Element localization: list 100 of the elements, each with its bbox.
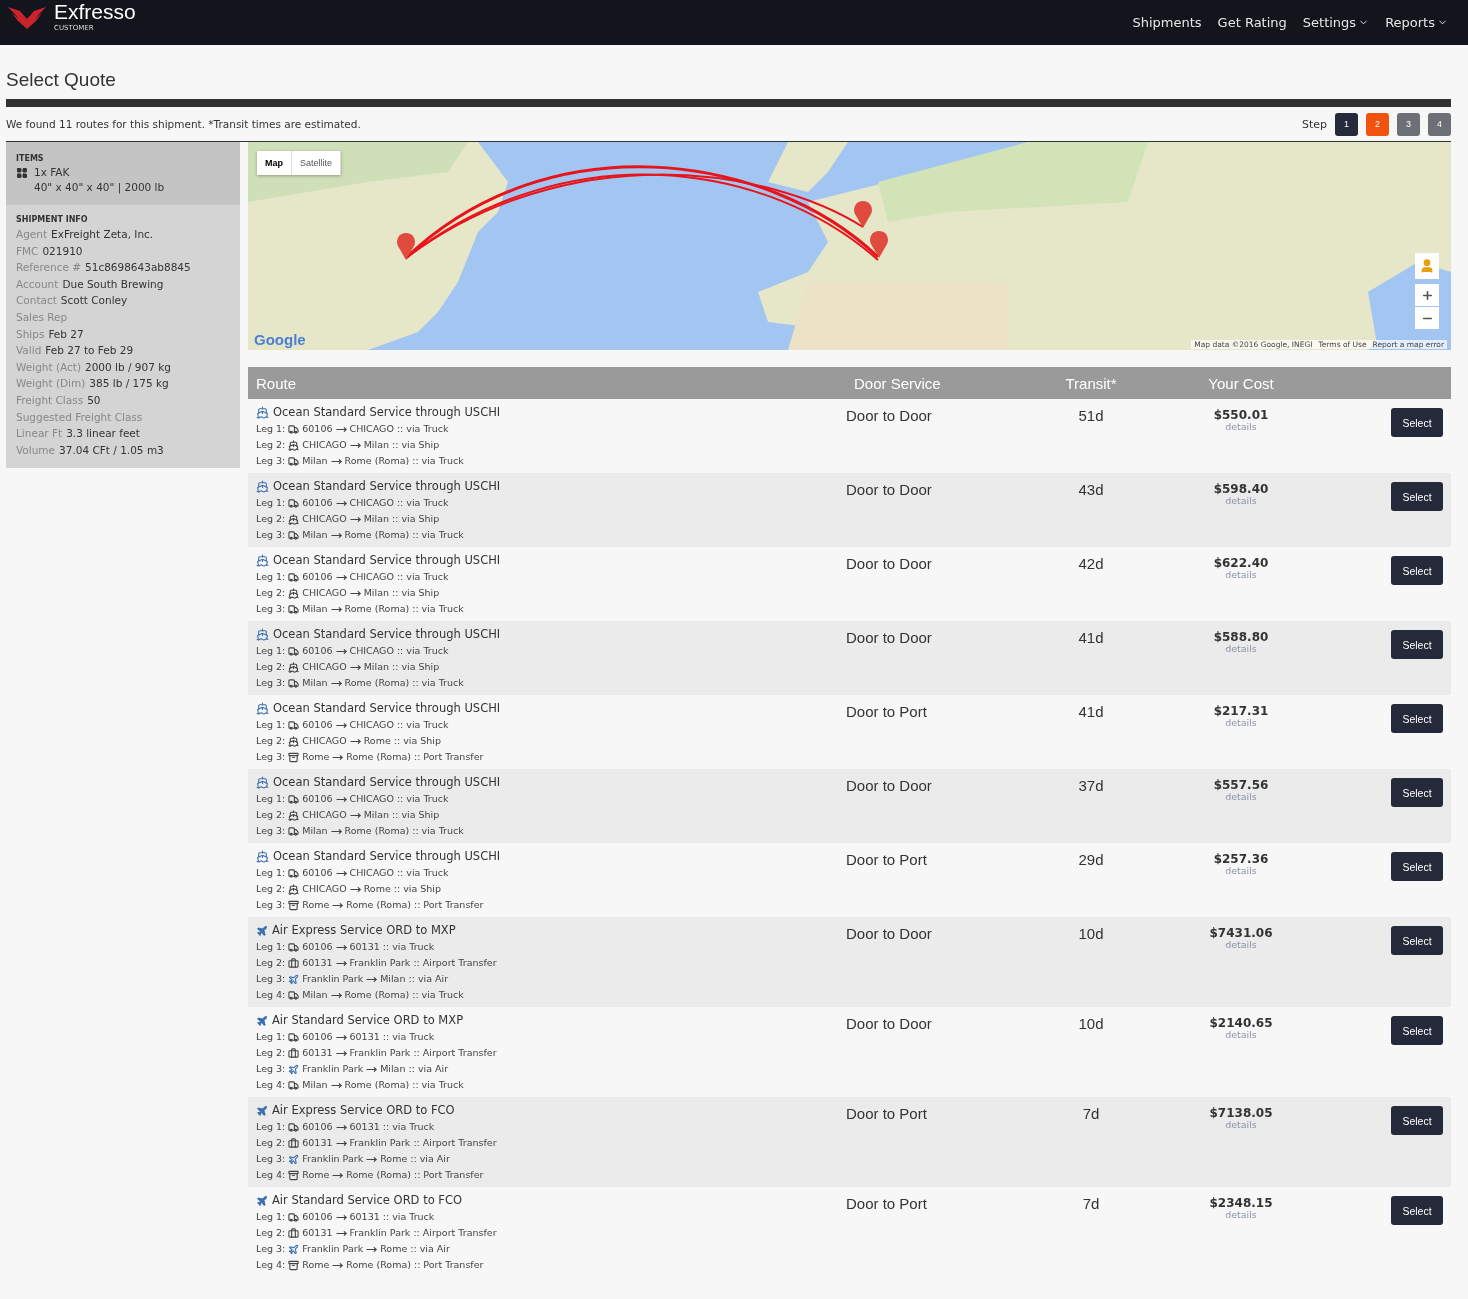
step-button[interactable]: 1 (1335, 112, 1358, 136)
leg-label: Leg 1: (256, 496, 286, 510)
select-button[interactable]: Select (1391, 482, 1443, 511)
ship-icon (256, 776, 269, 789)
select-button[interactable]: Select (1391, 630, 1443, 659)
leg-mode-text: :: via Truck (412, 454, 464, 468)
leg-destination: CHICAGO (349, 866, 394, 880)
map-type-tab[interactable]: Map (257, 151, 292, 175)
transit-cell-text: 7d (1081, 1104, 1101, 1124)
select-button[interactable]: Select (1391, 408, 1443, 437)
leg-destination: Rome (Roma) (346, 1168, 411, 1182)
leg-mode-text: :: via Air (408, 972, 449, 986)
nav-link[interactable]: Settings (1302, 15, 1370, 30)
nav-link[interactable]: Shipments (1132, 15, 1202, 30)
step-button[interactable]: 4 (1428, 112, 1451, 136)
transit-cell-text: 29d (1077, 850, 1105, 870)
leg-destination: Rome (380, 1152, 408, 1166)
leg-destination: Milan (363, 438, 389, 452)
truck-icon (288, 455, 300, 467)
leg-destination: Rome (Roma) (344, 824, 410, 838)
service-name: Ocean Standard Service through USCHI (273, 848, 501, 865)
box-icon (288, 899, 300, 911)
map-type-tab[interactable]: Satellite (292, 151, 342, 175)
cost-value: $557.56 (1213, 778, 1269, 792)
step-button[interactable]: 2 (1366, 112, 1389, 136)
leg-label: Leg 4: (256, 988, 286, 1002)
leg-label: Leg 3: (256, 1152, 286, 1166)
leg-origin: Milan (302, 824, 328, 838)
door-service-cell-text: Door to Port (846, 850, 928, 870)
info-label: Ships (16, 326, 45, 342)
leg-origin: CHICAGO (302, 438, 347, 452)
leg-origin: CHICAGO (302, 512, 347, 526)
ship-icon (288, 809, 300, 821)
leg-origin: Milan (302, 602, 328, 616)
leg-origin: Franklin Park (302, 972, 364, 986)
step-label: Step (1301, 117, 1327, 131)
service-name: Ocean Standard Service through USCHI (273, 774, 501, 791)
leg-mode-text: :: via Ship (392, 512, 440, 526)
leg-origin: Milan (302, 454, 328, 468)
pegman-button[interactable] (1415, 253, 1439, 279)
box-icon (288, 751, 300, 763)
service-name: Ocean Standard Service through USCHI (273, 404, 501, 421)
leg-mode-text: :: via Truck (412, 824, 464, 838)
transit-cell-text: 43d (1077, 480, 1105, 500)
cost-value: $7138.05 (1209, 1106, 1273, 1120)
service-name: Air Express Service ORD to FCO (272, 1102, 455, 1119)
plane-icon (288, 1063, 300, 1075)
leg-label: Leg 1: (256, 644, 286, 658)
leg-origin: 60106 (302, 792, 333, 806)
leg-label: Leg 1: (256, 866, 286, 880)
truck-icon (288, 1079, 300, 1091)
leg-mode-text: :: via Truck (412, 988, 464, 1002)
cost-value: $550.01 (1213, 408, 1269, 422)
leg-label: Leg 3: (256, 528, 286, 542)
select-button[interactable]: Select (1391, 556, 1443, 585)
info-label: Account (16, 276, 59, 292)
door-service-cell-text: Door to Door (846, 406, 933, 426)
info-label: Reference # (16, 260, 81, 276)
leg-destination: Rome (Roma) (346, 750, 411, 764)
select-button[interactable]: Select (1391, 1106, 1443, 1135)
leg-destination: 60131 (349, 940, 380, 954)
leg-mode-text: :: via Ship (393, 734, 441, 748)
leg-mode-text: :: Airport Transfer (413, 1046, 497, 1060)
info-value: 2000 lb / 907 kg (85, 359, 171, 375)
item-name: 1x FAK (34, 165, 71, 180)
nav-link[interactable]: Reports (1385, 15, 1448, 30)
door-service-cell-text: Door to Port (846, 702, 928, 722)
items-heading: ITEMS (16, 154, 45, 163)
select-button[interactable]: Select (1391, 1016, 1443, 1045)
briefcase-icon (288, 1227, 300, 1239)
box-icon (288, 1259, 300, 1271)
leg-label: Leg 2: (256, 1226, 286, 1240)
select-button[interactable]: Select (1391, 778, 1443, 807)
leg-destination: Franklin Park (349, 1046, 411, 1060)
info-label: Weight (Act) (16, 359, 81, 375)
ship-icon (256, 554, 269, 567)
leg-mode-text: :: via Truck (396, 570, 449, 584)
leg-destination: CHICAGO (349, 718, 394, 732)
briefcase-icon (288, 1047, 300, 1059)
leg-origin: Rome (302, 750, 330, 764)
plane-icon (288, 1243, 300, 1255)
service-name: Ocean Standard Service through USCHI (273, 552, 501, 569)
leg-mode-text: :: via Air (410, 1152, 450, 1166)
plane-icon (288, 973, 300, 985)
leg-destination: 60131 (349, 1120, 380, 1134)
leg-mode-text: :: Airport Transfer (413, 1136, 497, 1150)
select-button[interactable]: Select (1391, 852, 1443, 881)
briefcase-icon (288, 957, 300, 969)
nav-link[interactable]: Get Rating (1217, 15, 1287, 30)
leg-label: Leg 2: (256, 1136, 286, 1150)
step-button[interactable]: 3 (1397, 112, 1420, 136)
select-button[interactable]: Select (1391, 704, 1443, 733)
select-button[interactable]: Select (1391, 926, 1443, 955)
zoom-in-button[interactable] (1415, 284, 1439, 306)
leg-label: Leg 2: (256, 438, 286, 452)
leg-destination: CHICAGO (349, 422, 394, 436)
leg-label: Leg 1: (256, 1210, 286, 1224)
door-service-cell-text: Door to Door (846, 554, 933, 574)
plus-icon (1420, 288, 1434, 302)
select-button[interactable]: Select (1391, 1196, 1443, 1225)
